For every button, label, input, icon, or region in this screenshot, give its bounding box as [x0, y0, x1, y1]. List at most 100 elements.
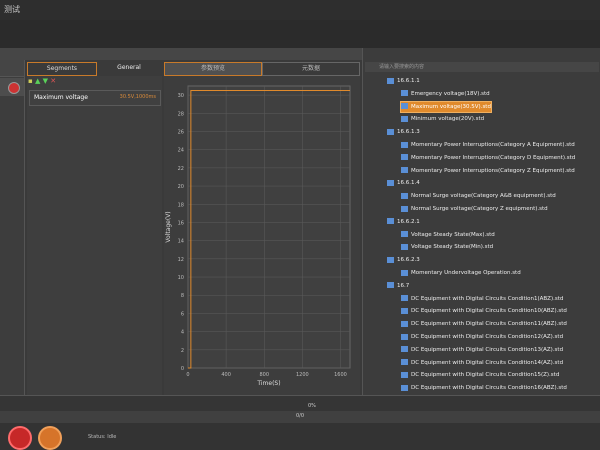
- segments-panel: [27, 76, 162, 396]
- move-down-icon[interactable]: ▼: [43, 77, 48, 85]
- status-label: Status:: [88, 434, 106, 440]
- tree-item-label: 16.6.2.1: [397, 218, 420, 225]
- tree-item[interactable]: Maximum voltage(30.5V).std: [400, 100, 492, 113]
- tree-item-label: 16.6.1.4: [397, 180, 420, 187]
- y-tick-label: 2: [181, 348, 184, 354]
- file-icon: [401, 205, 408, 212]
- y-tick-label: 26: [178, 129, 184, 135]
- y-tick-label: 16: [178, 220, 184, 226]
- tree-item-label: Maximum voltage(30.5V).std: [411, 103, 491, 110]
- status-value: Idle: [107, 434, 117, 440]
- file-icon: [401, 192, 408, 199]
- file-icon: [401, 154, 408, 161]
- delete-segment-icon[interactable]: ✕: [50, 77, 56, 85]
- tree-item[interactable]: DC Equipment with Digital Circuits Condi…: [401, 358, 563, 368]
- tree-item[interactable]: Normal Surge voltage(Category Z equipmen…: [401, 204, 548, 214]
- tree-item-label: Momentary Power Interruptions(Category D…: [411, 154, 576, 161]
- tab-chart-preview[interactable]: 参数预览: [164, 62, 262, 76]
- segment-item[interactable]: Maximum voltage 30.5V,1000ms: [29, 90, 161, 106]
- tree-item-label: Momentary Power Interruptions(Category Z…: [411, 167, 575, 174]
- move-up-icon[interactable]: ▲: [35, 77, 40, 85]
- y-tick-label: 0: [181, 366, 184, 372]
- tree-item[interactable]: Momentary Power Interruptions(Category Z…: [401, 166, 575, 176]
- file-icon: [401, 346, 408, 353]
- x-tick-label: 800: [259, 372, 269, 378]
- tree-group[interactable]: 16.7: [387, 281, 409, 291]
- tree-item-label: 16.6.1.1: [397, 78, 420, 84]
- x-tick-label: 400: [221, 372, 231, 378]
- tree-group[interactable]: 16.6.2.1: [387, 217, 420, 227]
- file-icon: [401, 103, 408, 110]
- tree-item[interactable]: Momentary Undervoltage Operation.std: [401, 268, 521, 278]
- tree-item[interactable]: Momentary Power Interruptions(Category D…: [401, 153, 575, 163]
- folder-icon: [387, 77, 394, 84]
- tree-item[interactable]: DC Equipment with Digital Circuits Condi…: [401, 306, 567, 316]
- tab-metadata[interactable]: 元数据: [262, 62, 360, 76]
- folder-icon: [387, 128, 394, 135]
- y-tick-label: 6: [181, 311, 184, 317]
- title-bar: 测试: [0, 0, 600, 20]
- tree-item-label: Minimum voltage(20V).std: [411, 116, 485, 123]
- tree-item-label: Normal Surge voltage(Category Z equipmen…: [411, 206, 548, 212]
- record-icon[interactable]: [8, 82, 20, 94]
- file-icon: [401, 167, 408, 174]
- tab-segments[interactable]: Segments: [27, 62, 97, 76]
- file-icon: [401, 295, 408, 302]
- folder-icon: [387, 282, 394, 289]
- tree-search-input[interactable]: 请输入要搜索的内容: [365, 62, 599, 72]
- folder-icon: [387, 179, 394, 186]
- y-axis-label: Voltage(V): [165, 211, 172, 242]
- y-tick-label: 10: [178, 275, 184, 281]
- y-tick-label: 4: [181, 330, 184, 336]
- tree-group[interactable]: 16.6.1.4: [387, 178, 420, 188]
- file-tree-panel: 请输入要搜索的内容 16.6.1.1 Emergency voltage(18V)…: [362, 48, 600, 404]
- tree-item[interactable]: Momentary Power Interruptions(Category A…: [401, 140, 575, 150]
- x-tick-label: 1200: [296, 372, 309, 378]
- y-tick-label: 20: [178, 184, 184, 190]
- power-button[interactable]: [38, 426, 62, 450]
- stop-button[interactable]: [8, 426, 32, 450]
- tree-item[interactable]: DC Equipment with Digital Circuits Condi…: [401, 332, 563, 342]
- folder-icon: [387, 256, 394, 263]
- tree-item-label: DC Equipment with Digital Circuits Condi…: [411, 359, 564, 366]
- plot-area: [187, 85, 351, 369]
- y-tick-label: 14: [178, 239, 184, 245]
- segment-value: 30.5V,1000ms: [119, 94, 156, 100]
- left-panel-header: [0, 60, 24, 77]
- file-icon: [401, 243, 408, 250]
- tree-item-label: Normal Surge voltage(Category A&B equipm…: [411, 193, 556, 200]
- y-tick-label: 28: [178, 111, 184, 117]
- tree-item[interactable]: Normal Surge voltage(Category A&B equipm…: [401, 191, 556, 201]
- tree-group[interactable]: 16.6.2.3: [387, 255, 420, 265]
- tree-item[interactable]: DC Equipment with Digital Circuits Condi…: [401, 383, 567, 393]
- bottom-bar: [0, 395, 600, 412]
- x-tick-label: 0: [186, 372, 189, 378]
- tree-item[interactable]: Emergency voltage(18V).std: [401, 89, 490, 99]
- toolbar: [0, 20, 600, 49]
- tree-item[interactable]: Minimum voltage(20V).std: [401, 114, 484, 124]
- tree-item-label: 16.6.2.3: [397, 257, 420, 264]
- tree-item-label: Momentary Power Interruptions(Category A…: [411, 142, 575, 148]
- tree-item-label: 16.7: [397, 282, 410, 289]
- tree-item-label: Emergency voltage(18V).std: [411, 90, 490, 97]
- add-segment-icon[interactable]: ▪: [28, 77, 33, 85]
- y-tick-label: 30: [178, 93, 184, 99]
- file-icon: [401, 90, 408, 97]
- tree-item[interactable]: DC Equipment with Digital Circuits Condi…: [401, 345, 563, 355]
- tree-group[interactable]: 16.6.1.1: [387, 76, 420, 86]
- x-axis-label: Time(S): [256, 380, 280, 387]
- tree-item[interactable]: DC Equipment with Digital Circuits Condi…: [401, 294, 563, 304]
- y-tick-label: 18: [178, 202, 184, 208]
- tree-item[interactable]: DC Equipment with Digital Circuits Condi…: [401, 370, 559, 380]
- tree-item[interactable]: Voltage Steady State(Max).std: [401, 230, 495, 240]
- folder-icon: [387, 218, 394, 225]
- tree-group[interactable]: 16.6.1.3: [387, 127, 420, 137]
- tab-general[interactable]: General: [98, 62, 160, 74]
- tree-item[interactable]: DC Equipment with Digital Circuits Condi…: [401, 319, 567, 329]
- tree-item-label: DC Equipment with Digital Circuits Condi…: [411, 372, 560, 379]
- tree-item-label: DC Equipment with Digital Circuits Condi…: [411, 334, 564, 340]
- file-icon: [401, 371, 408, 378]
- file-icon: [401, 333, 408, 340]
- tree-item[interactable]: Voltage Steady State(Min).std: [401, 242, 493, 252]
- status-progress-bar: 0/0: [0, 411, 600, 423]
